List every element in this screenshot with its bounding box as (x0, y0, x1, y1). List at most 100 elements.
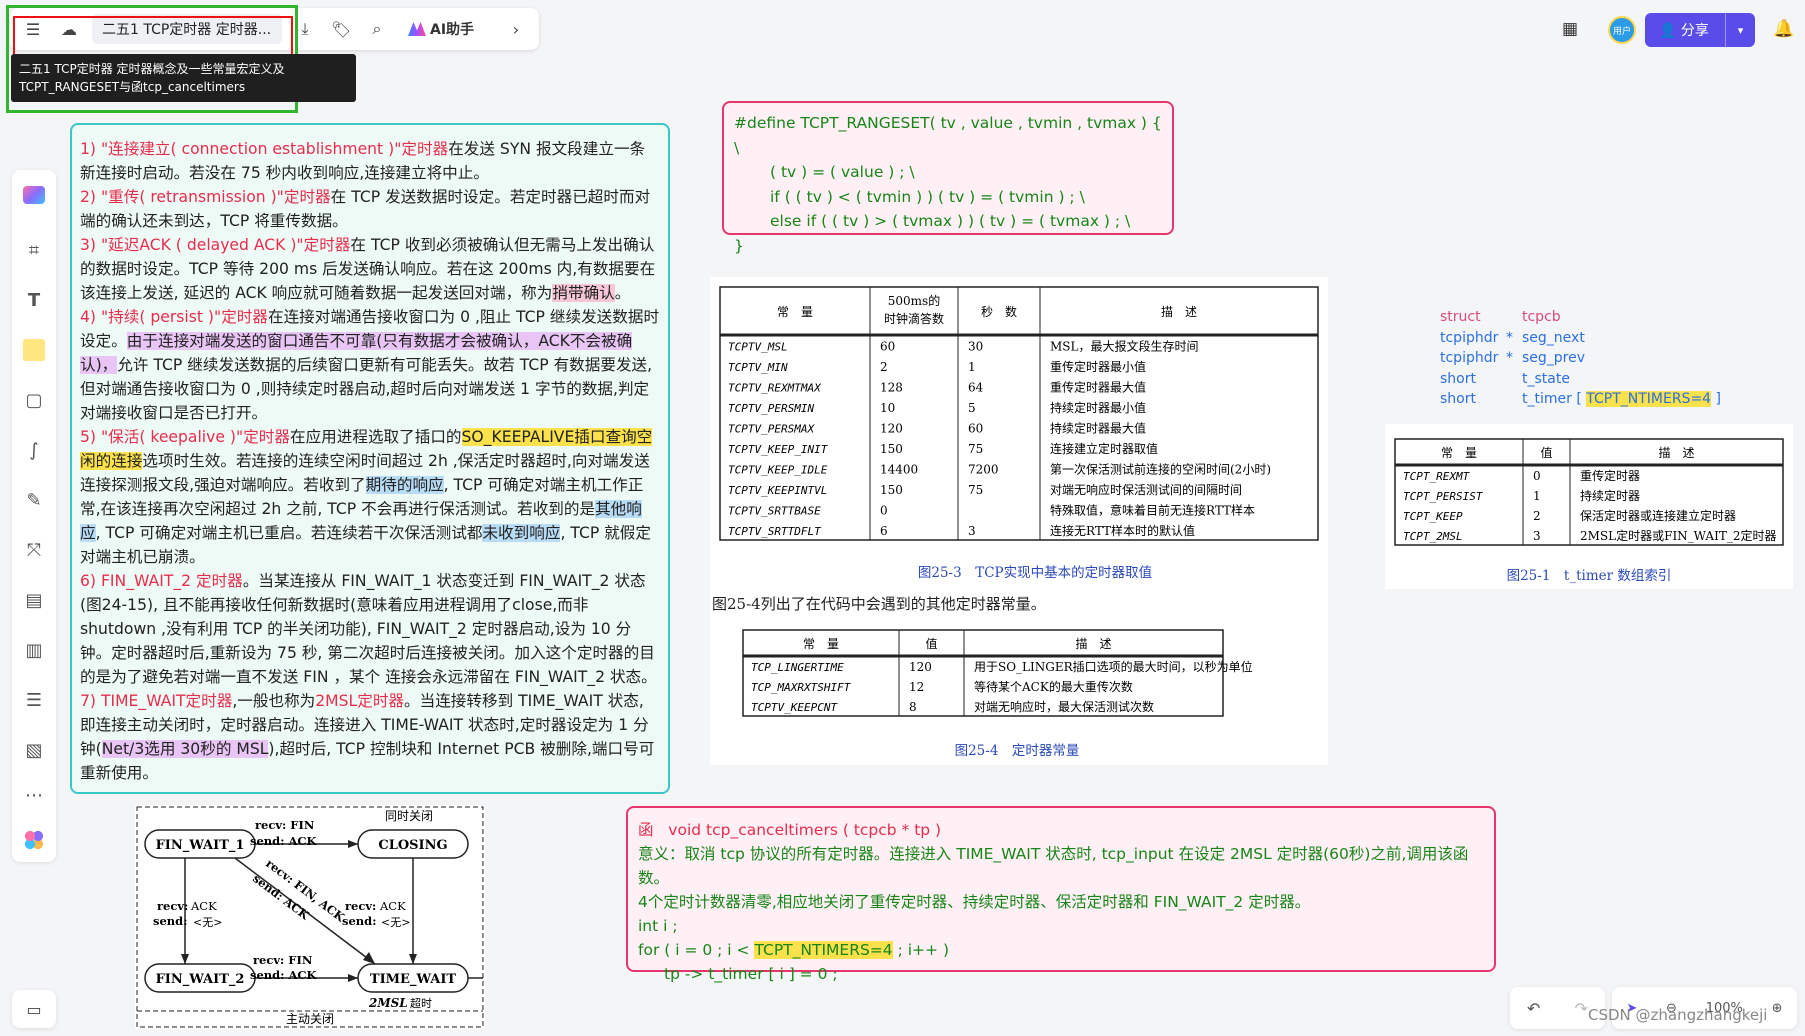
table-1-cell: 6 (880, 524, 888, 538)
redo-icon[interactable]: ↷ (1575, 999, 1588, 1018)
connector-icon[interactable]: ∫ (19, 435, 49, 465)
note-time-wait: 7) TIME_WAIT定时器,一般也称为2MSL定时器。当连接转移到 TIME… (80, 689, 660, 785)
table-1-cell: TCPTV_PERSMAX (728, 423, 815, 436)
tcp-close-state-diagram[interactable]: 同时关闭 FIN_WAIT_1 CLOSING FIN_WAIT_2 TIME_… (135, 805, 485, 1029)
table-1-header: 500ms的 (888, 293, 940, 308)
func-detail: 4个定时计数器清零,相应地关闭了重传定时器、持续定时器、保活定时器和 FIN_W… (638, 893, 1311, 911)
table-3: 常 量 值 描 述 TCPT_REXMT 0 重传定时器 TCPT_PERSIST 1 持续定时… (1394, 438, 1784, 546)
tcpcb-struct[interactable]: struct tcpcb tcpiphdr * seg_next tcpiphdr * s… (1440, 307, 1730, 415)
bell-icon[interactable]: 🔔 (1770, 15, 1798, 43)
note-3-end: 。 (614, 284, 631, 302)
table-1-cell: TCPTV_SRTTDFLT (728, 525, 822, 538)
table-1-cell: 10 (880, 401, 895, 415)
table-3-cell: 保活定时器或连接建立定时器 (1580, 508, 1736, 523)
label-active-close: 主动关闭 (286, 1012, 334, 1026)
list-icon[interactable]: ☰ (19, 685, 49, 715)
shape-icon[interactable]: ▢ (19, 385, 49, 415)
define-line-5: } (734, 236, 744, 255)
avatar[interactable]: 用户 (1608, 16, 1636, 44)
chevron-right-icon[interactable]: › (503, 16, 529, 42)
table-2-cell: 8 (909, 700, 917, 714)
ai-assistant-button[interactable]: AI助手 (400, 19, 482, 39)
table-1-header: 描 述 (1161, 305, 1197, 319)
sticky-note-icon[interactable] (19, 335, 49, 365)
minimap-icon[interactable]: ▭ (12, 990, 56, 1028)
table-1-cell: 特殊取值，意味着目前无连接RTT样本 (1050, 503, 1255, 518)
table-3-header: 常 量 (1441, 446, 1477, 460)
book-tables-image[interactable]: 常 量 500ms的 时钟滴答数秒 数描 述 TCPTV_MSL 60 30 MSL，最大报… (710, 277, 1328, 765)
table-3-svg: 常 量 值 描 述 TCPT_REXMT 0 重传定时器 TCPT_PERSIST 1 持续定时… (1394, 438, 1784, 584)
table-3-header: 值 (1540, 445, 1552, 460)
chevron-down-icon[interactable]: ▾ (1725, 13, 1755, 47)
edge-1-send: send: ACK (250, 834, 318, 848)
search-icon[interactable]: ⌕ (364, 16, 390, 42)
zoom-in-icon[interactable]: ⊕ (1772, 1001, 1783, 1016)
frame-icon[interactable]: ⌗ (19, 235, 49, 265)
func-loop-highlight: TCPT_NTIMERS=4 (754, 941, 893, 959)
edge-5-recv: recv: FIN (253, 953, 313, 967)
text-icon[interactable]: T (19, 285, 49, 315)
note-2-title: 2) "重传( retransmission )" (80, 188, 284, 206)
mindmap-icon[interactable]: ⤧ (19, 535, 49, 565)
toolbox-icon[interactable]: ▦ (1556, 15, 1584, 43)
table-1-cell: 0 (880, 504, 888, 518)
more-icon[interactable]: ⋯ (19, 780, 49, 810)
note-persist: 4) "持续( persist )"定时器在连接对端通告接收窗口为 0 ,阻止 … (80, 305, 660, 425)
table-1-cell: 1 (968, 360, 976, 374)
table-3-cell: 重传定时器 (1580, 468, 1640, 483)
note-delayed-ack: 3) "延迟ACK ( delayed ACK )"定时器在 TCP 收到必须被… (80, 233, 660, 305)
struct-row: short t_timer [ TCPT_NTIMERS=4 ] (1440, 389, 1730, 410)
func-keyword: 函 (638, 821, 654, 839)
struct-ptr: * (1506, 350, 1513, 366)
func-meaning: 意义：取消 tcp 协议的所有定时器。连接进入 TIME_WAIT 状态时, t… (638, 845, 1469, 887)
table-1-cell: 重传定时器最小值 (1050, 359, 1146, 374)
table-1-cell: TCPTV_KEEPINTVL (728, 484, 827, 497)
label-simultaneous-close: 同时关闭 (385, 809, 433, 823)
edge-1-recv: recv: FIN (255, 818, 315, 832)
pen-icon[interactable]: ✎ (19, 485, 49, 515)
table-1-cell: 150 (880, 483, 903, 497)
note-5-timer: 定时器 (243, 428, 290, 446)
canceltimers-function-box[interactable]: 函 void tcp_canceltimers ( tcpcb * tp ) 意… (626, 806, 1496, 983)
note-fin-wait-2: 6) FIN_WAIT_2 定时器。当某连接从 FIN_WAIT_1 状态变迁到… (80, 569, 660, 689)
table-1-cell: 重传定时器最大值 (1050, 380, 1146, 395)
note-7-title: 7) TIME_WAIT定时器 (80, 692, 233, 710)
tag-icon[interactable]: 🏷 (328, 16, 354, 42)
struct-field-name: t_timer [ (1522, 391, 1587, 407)
apps-icon[interactable] (19, 825, 49, 855)
table-3-cell: TCPT_KEEP (1403, 510, 1463, 523)
note-7-2msl: 2MSL定时器 (315, 692, 405, 710)
table-icon[interactable]: ▤ (19, 585, 49, 615)
table-1-header: 常 量 (777, 305, 813, 319)
table-2-header: 值 (925, 636, 937, 651)
table-1-cell: 2 (880, 360, 888, 374)
table-1-cell: 对端无响应时保活测试间的间隔时间 (1050, 482, 1242, 497)
struct-field: tcpcb (1522, 309, 1561, 325)
table-3-cell: 持续定时器 (1580, 488, 1640, 503)
text-block-icon[interactable]: ▥ (19, 635, 49, 665)
kanban-icon[interactable]: ▧ (19, 735, 49, 765)
timer-notes-panel[interactable]: 1) "连接建立( connection establishment )"定时器… (70, 123, 670, 794)
table-2-caption: 图25-4 定时器常量 (955, 743, 1080, 759)
table-3-cell: 1 (1533, 489, 1541, 503)
templates-icon[interactable] (19, 180, 49, 210)
title-tooltip: 二五1 TCP定时器 定时器概念及一些常量宏定义及 TCPT_RANGESET与… (11, 54, 356, 102)
table-1-cell: MSL，最大报文段生存时间 (1050, 339, 1198, 354)
define-line-2: ( tv ) = ( value ) ; \ (770, 163, 915, 181)
table-1-cell: 128 (880, 381, 903, 395)
struct-type: tcpiphdr (1440, 350, 1499, 366)
edge-4-none: <无> (381, 916, 410, 929)
struct-field: seg_prev (1522, 350, 1586, 366)
timer-index-table-image[interactable]: 常 量 值 描 述 TCPT_REXMT 0 重传定时器 TCPT_PERSIST 1 持续定时… (1385, 424, 1793, 589)
func-decl: int i ; (638, 917, 678, 935)
struct-field: seg_next (1522, 329, 1585, 346)
table-2-intro: 图25-4列出了在代码中会遇到的其他定时器常量。 (712, 595, 1046, 613)
func-body: tp -> t_timer [ i ] = 0 ; (664, 965, 838, 983)
struct-field: t_timer [ TCPT_NTIMERS=4 ] (1522, 389, 1721, 410)
define-macro-box[interactable]: #define TCPT_RANGESET( tv , value , tvmi… (722, 101, 1174, 255)
undo-icon[interactable]: ↶ (1527, 999, 1540, 1018)
table-1-cell: 7200 (968, 463, 999, 477)
share-button[interactable]: 👤 分享 ▾ (1645, 13, 1755, 47)
struct-field: t_state (1522, 370, 1570, 387)
table-1-cell: 连接无RTT样本时的默认值 (1050, 523, 1195, 538)
